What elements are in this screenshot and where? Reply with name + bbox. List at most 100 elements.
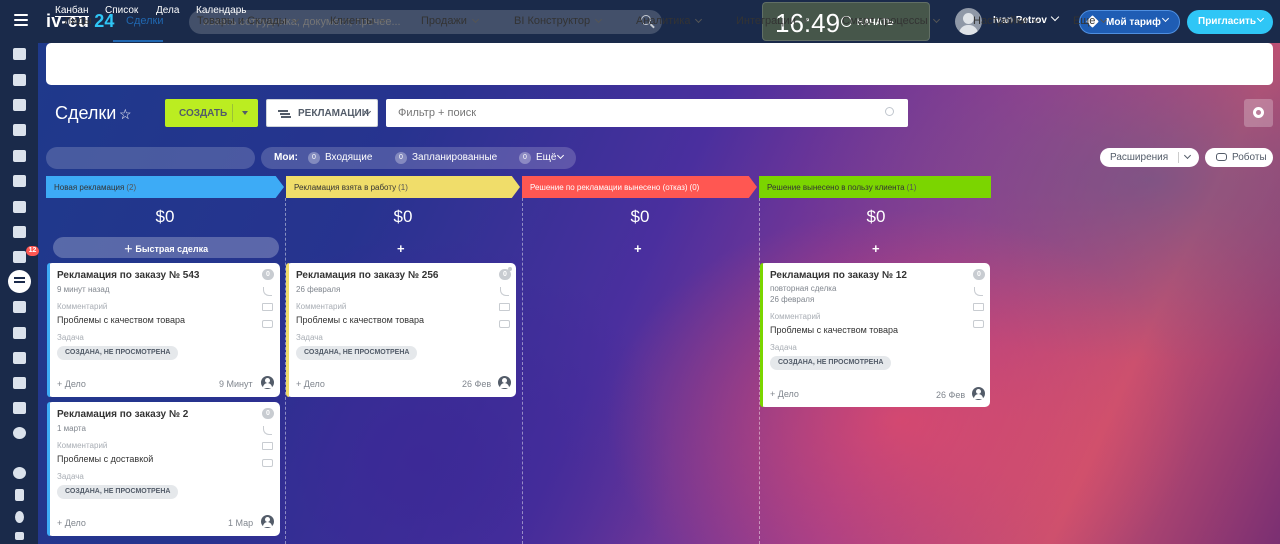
extensions-button[interactable]: Расширения <box>1100 148 1199 167</box>
view-calendar[interactable]: Календарь <box>196 5 246 16</box>
deal-title[interactable]: Рекламация по заказу № 543 <box>57 270 199 281</box>
phone-icon[interactable] <box>974 287 983 296</box>
tab-goods[interactable]: Товары и Склады <box>197 15 299 27</box>
add-activity-link[interactable]: + Дело <box>296 379 325 389</box>
add-deal-icon[interactable]: + <box>634 241 642 256</box>
tab-integrations[interactable]: Интеграции <box>736 15 808 27</box>
filter-search-input[interactable] <box>386 99 908 127</box>
card-stage-bar <box>47 402 50 536</box>
tab-settings[interactable]: Настройки <box>973 15 1039 27</box>
stage-sum: $0 <box>393 207 413 226</box>
menu-icon[interactable] <box>14 14 28 26</box>
sidebar-icon-documents[interactable] <box>13 150 26 162</box>
mail-icon[interactable] <box>973 303 984 311</box>
add-icon[interactable] <box>15 532 24 540</box>
sidebar-icon-contacts[interactable] <box>13 352 26 364</box>
sidebar-icon-mail[interactable] <box>13 201 26 213</box>
responsible-avatar[interactable] <box>498 376 511 389</box>
deal-date: 9 Минут <box>219 379 253 389</box>
activity-counter: 0 <box>262 269 274 280</box>
deal-date-line: 26 февраля <box>296 285 341 294</box>
filter-more[interactable]: Ещё <box>536 152 556 163</box>
stage-header-in-work[interactable]: Рекламация взята в работу (1) <box>286 176 520 198</box>
create-label: СОЗДАТЬ <box>179 108 228 119</box>
add-deal-icon[interactable]: + <box>397 241 405 256</box>
deal-card[interactable]: Рекламация по заказу № 543 9 минут назад… <box>47 263 280 397</box>
tab-smart-processes[interactable]: Смарт-процессы <box>842 15 940 27</box>
chevron-down-icon <box>1100 15 1108 24</box>
add-activity-link[interactable]: + Дело <box>57 518 86 528</box>
quick-deal-button[interactable]: ＋ Быстрая сделка <box>53 237 279 258</box>
stage-header-client-favor[interactable]: Решение вынесено в пользу клиента (1) <box>759 176 991 198</box>
stage-header-rejected[interactable]: Решение по рекламации вынесено (отказ) (0… <box>522 176 757 198</box>
sidebar-icon-sign[interactable] <box>13 327 26 339</box>
responsible-avatar[interactable] <box>261 376 274 389</box>
star-icon[interactable]: ☆ <box>119 106 132 123</box>
chat-icon[interactable] <box>262 320 273 328</box>
robots-button[interactable]: Роботы <box>1205 148 1273 167</box>
card-stage-bar <box>760 263 763 407</box>
tab-deals[interactable]: Сделки <box>126 15 164 27</box>
tab-more[interactable]: Еще <box>1073 15 1108 27</box>
unread-dot-icon <box>508 267 512 271</box>
tab-analytics[interactable]: Аналитика <box>636 15 703 27</box>
comment-label: Комментарий <box>57 441 108 450</box>
deal-card[interactable]: Рекламация по заказу № 2 1 марта Коммент… <box>47 402 280 536</box>
chat-icon[interactable] <box>499 320 510 328</box>
deal-date-line: 1 марта <box>57 424 86 433</box>
search-icon[interactable] <box>885 107 894 116</box>
comment-label: Комментарий <box>57 302 108 311</box>
view-activities[interactable]: Дела <box>156 5 179 16</box>
phone-icon[interactable] <box>263 426 272 435</box>
tab-sales[interactable]: Продажи <box>421 15 479 27</box>
add-deal-icon[interactable]: + <box>872 241 880 256</box>
chat-icon[interactable] <box>973 320 984 328</box>
stage-header-new[interactable]: Новая рекламация (2) <box>46 176 284 198</box>
sidebar-icon-chat[interactable] <box>13 99 26 111</box>
comment-label: Комментарий <box>296 302 347 311</box>
chevron-down-icon[interactable] <box>1183 151 1192 160</box>
filter-incoming[interactable]: Входящие <box>325 152 372 163</box>
sidebar-icon-home[interactable] <box>13 48 26 60</box>
tab-bi[interactable]: BI Конструктор <box>514 15 603 27</box>
dropdown-arrow-icon[interactable] <box>242 111 248 115</box>
deal-card[interactable]: Рекламация по заказу № 12 повторная сдел… <box>760 263 990 407</box>
structure-icon[interactable] <box>15 489 24 501</box>
add-activity-link[interactable]: + Дело <box>57 379 86 389</box>
deal-date-line: 9 минут назад <box>57 285 110 294</box>
sidebar-icon-tasks[interactable] <box>13 251 26 263</box>
deal-title[interactable]: Рекламация по заказу № 256 <box>296 270 438 281</box>
mail-icon[interactable] <box>499 303 510 311</box>
sidebar-icon-calendar[interactable] <box>13 124 26 136</box>
sidebar-icon-drive[interactable] <box>13 175 26 187</box>
settings-icon[interactable] <box>15 511 24 523</box>
deal-card[interactable]: Рекламация по заказу № 256 26 февраля Ко… <box>286 263 516 397</box>
sidebar-icon-crm[interactable] <box>8 270 31 293</box>
tab-clients[interactable]: Клиенты <box>330 15 387 27</box>
category-select[interactable]: РЕКЛАМАЦИИ <box>266 99 378 127</box>
phone-icon[interactable] <box>263 287 272 296</box>
filter-planned[interactable]: Запланированные <box>412 152 497 163</box>
view-switcher <box>46 147 255 169</box>
sidebar-icon-more[interactable] <box>13 427 26 439</box>
help-icon[interactable] <box>13 467 26 479</box>
deal-title[interactable]: Рекламация по заказу № 12 <box>770 270 907 281</box>
settings-gear-button[interactable] <box>1244 99 1273 127</box>
phone-icon[interactable] <box>500 287 509 296</box>
view-list[interactable]: Список <box>105 5 138 16</box>
sidebar-icon-groups[interactable] <box>13 226 26 238</box>
view-kanban[interactable]: Канбан <box>55 5 89 17</box>
mail-icon[interactable] <box>262 303 273 311</box>
sidebar-icon-feed[interactable] <box>13 74 26 86</box>
mail-icon[interactable] <box>262 442 273 450</box>
add-activity-link[interactable]: + Дело <box>770 389 799 399</box>
stage-sum: $0 <box>866 207 886 226</box>
sidebar-icon-inventory[interactable] <box>13 402 26 414</box>
chat-icon[interactable] <box>262 459 273 467</box>
deal-title[interactable]: Рекламация по заказу № 2 <box>57 409 188 420</box>
sidebar-icon-sites[interactable] <box>13 301 26 313</box>
responsible-avatar[interactable] <box>261 515 274 528</box>
sidebar-icon-automation[interactable] <box>13 377 26 389</box>
responsible-avatar[interactable] <box>972 387 985 400</box>
create-button[interactable]: СОЗДАТЬ <box>165 99 258 127</box>
